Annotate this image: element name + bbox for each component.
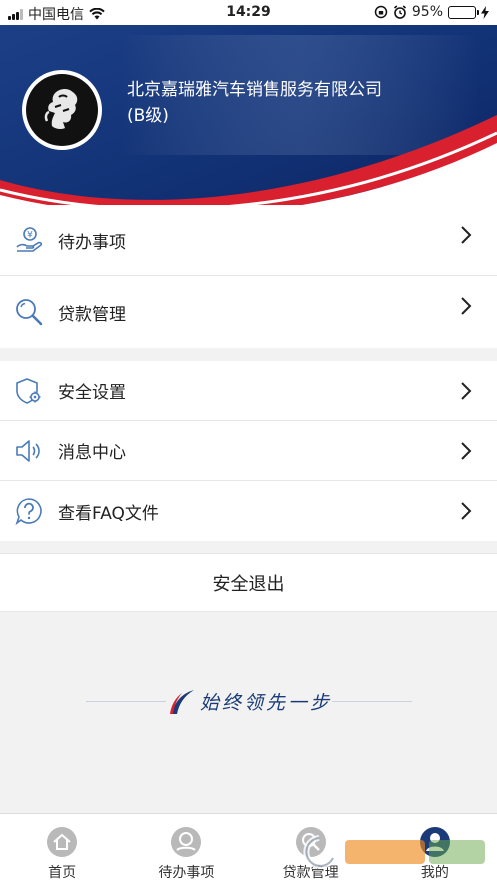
company-info: 北京嘉瑞雅汽车销售服务有限公司 (B级) (127, 77, 382, 129)
menu-label-faq: 查看FAQ文件 (58, 503, 159, 524)
menu-group-settings: 安全设置 消息中心 查看FAQ文件 (0, 361, 497, 541)
battery-percent: 95% (411, 4, 443, 20)
tab-home[interactable]: 首页 (0, 814, 124, 883)
menu-label-loan: 贷款管理 (58, 304, 126, 325)
svg-text:¥: ¥ (27, 231, 33, 241)
lion-logo-icon (44, 89, 78, 130)
chevron-right-icon (461, 502, 472, 520)
tab-label-home: 首页 (48, 865, 77, 881)
logout-button[interactable]: 安全退出 (0, 553, 497, 612)
status-bar: 中国电信 14:29 95% (0, 0, 497, 25)
speaker-icon (12, 434, 46, 468)
menu-item-loan[interactable]: 贷款管理 (0, 276, 497, 348)
profile-banner: 北京嘉瑞雅汽车销售服务有限公司 (B级) (0, 25, 497, 220)
avatar[interactable] (22, 70, 102, 150)
charging-icon (481, 5, 489, 19)
menu-item-security[interactable]: 安全设置 (0, 361, 497, 421)
menu-item-todo[interactable]: ¥ 待办事项 (0, 205, 497, 276)
chevron-right-icon (461, 382, 472, 400)
rotation-lock-icon (374, 5, 388, 19)
chevron-right-icon (461, 442, 472, 460)
alarm-icon (393, 5, 406, 19)
brand-slogan: 始终领先一步 (0, 680, 497, 720)
battery-icon (448, 5, 479, 19)
home-icon (47, 827, 78, 857)
tab-label-todo: 待办事项 (158, 865, 215, 881)
search-icon (12, 295, 46, 329)
menu-label-todo: 待办事项 (58, 232, 126, 253)
tab-todo[interactable]: 待办事项 (124, 814, 248, 883)
brand-swoosh-icon (170, 690, 194, 714)
hand-coin-icon: ¥ (12, 223, 46, 257)
menu-label-security: 安全设置 (58, 383, 126, 403)
account-level: (B级) (127, 106, 169, 126)
menu-label-messages: 消息中心 (58, 443, 126, 463)
slogan-text: 始终领先一步 (200, 692, 333, 714)
todo-icon (171, 827, 202, 857)
chevron-right-icon (461, 226, 472, 244)
menu-item-messages[interactable]: 消息中心 (0, 421, 497, 481)
shield-gear-icon (12, 374, 46, 408)
menu-group-tasks: ¥ 待办事项 贷款管理 (0, 205, 497, 348)
menu-item-faq[interactable]: 查看FAQ文件 (0, 481, 497, 541)
site-watermark-logo (303, 835, 485, 869)
chevron-right-icon (461, 297, 472, 315)
question-bubble-icon (12, 494, 46, 528)
company-name: 北京嘉瑞雅汽车销售服务有限公司 (127, 80, 382, 100)
